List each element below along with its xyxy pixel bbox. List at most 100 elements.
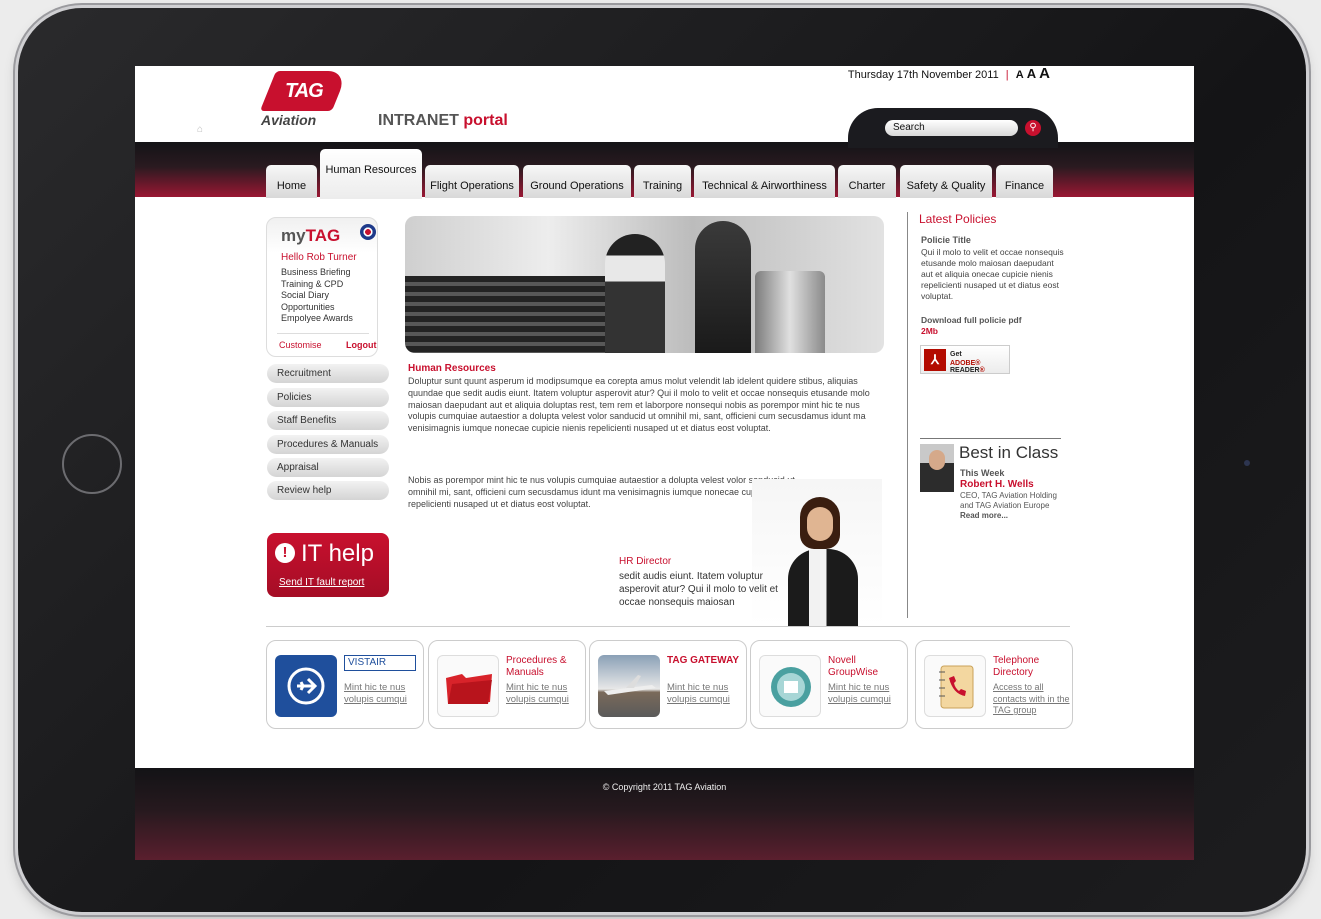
intro-paragraph: Doluptur sunt quunt asperum id modipsumq… bbox=[408, 376, 870, 434]
divider bbox=[277, 333, 369, 334]
groupwise-icon-svg bbox=[771, 667, 811, 707]
card-title: TAG GATEWAY bbox=[667, 655, 740, 666]
best-in-class-week: This Week bbox=[960, 468, 1005, 478]
alert-icon: ! bbox=[275, 543, 295, 563]
current-date: Thursday 17th November 2011 bbox=[847, 69, 999, 81]
groupwise-icon bbox=[759, 655, 821, 717]
folder-icon-svg bbox=[446, 674, 492, 704]
latest-policies-title: Latest Policies bbox=[919, 212, 997, 226]
card-link[interactable]: Mint hic te nus volupis cumqui bbox=[344, 682, 422, 706]
second-paragraph: Nobis as porempor mint hic te nus volupi… bbox=[408, 475, 796, 509]
hero-stairs bbox=[405, 276, 625, 353]
it-help-box[interactable]: ! IT help Send IT fault report bbox=[267, 533, 389, 597]
portal-title: INTRANET portal bbox=[378, 112, 508, 129]
tablet-home-button[interactable] bbox=[62, 434, 122, 494]
mytag-panel: myTAG Hello Rob Turner Business Briefing… bbox=[266, 217, 378, 357]
card-link[interactable]: Mint hic te nus volupis cumqui bbox=[506, 682, 584, 706]
hero-agent bbox=[695, 221, 751, 353]
tab-human-resources[interactable]: Human Resources bbox=[320, 149, 422, 199]
sidebar-item-review-help[interactable]: Review help bbox=[267, 481, 389, 500]
adobe-reader-label: ADOBE® READER® bbox=[950, 360, 985, 374]
jet-icon-svg bbox=[604, 675, 656, 695]
hr-director-title: HR Director bbox=[619, 556, 672, 567]
mytag-link-employee-awards[interactable]: Empolyee Awards bbox=[281, 313, 353, 325]
mytag-links: Business Briefing Training & CPD Social … bbox=[281, 267, 353, 325]
uk-flag-icon[interactable] bbox=[360, 224, 376, 240]
search-input[interactable]: Search bbox=[885, 120, 1018, 136]
read-more-link[interactable]: Read more... bbox=[960, 511, 1008, 520]
photo-suit bbox=[788, 549, 858, 626]
customise-link[interactable]: Customise bbox=[279, 340, 322, 350]
date-and-font-size: Thursday 17th November 2011 | A A A bbox=[848, 66, 1050, 82]
hero-image bbox=[405, 216, 884, 353]
tablet-camera bbox=[1244, 460, 1250, 466]
card-title: Novell GroupWise bbox=[828, 655, 879, 678]
mytag-title: myTAG bbox=[281, 226, 341, 245]
card-title: Telephone Directory bbox=[993, 655, 1040, 678]
sidebar-item-staff-benefits[interactable]: Staff Benefits bbox=[267, 411, 389, 430]
logo-subtitle: Aviation bbox=[261, 112, 317, 128]
search-icon[interactable]: ⚲ bbox=[1025, 120, 1041, 136]
cards-divider bbox=[266, 626, 1070, 627]
policy-body: Qui il molo to velit et occae nonsequis … bbox=[921, 247, 1064, 301]
font-size-small[interactable]: A bbox=[1016, 69, 1024, 81]
section-title: Human Resources bbox=[408, 363, 496, 374]
card-link[interactable]: Access to all contacts with in the TAG g… bbox=[993, 682, 1071, 717]
adobe-icon: ⅄ bbox=[924, 349, 946, 371]
copyright: © Copyright 2011 TAG Aviation bbox=[602, 782, 727, 792]
airplane-icon bbox=[275, 655, 337, 717]
logo-text: TAG bbox=[285, 80, 324, 102]
tab-ground-operations[interactable]: Ground Operations bbox=[523, 165, 631, 198]
mytag-link-training[interactable]: Training & CPD bbox=[281, 279, 353, 291]
home-icon[interactable]: ⌂ bbox=[197, 124, 203, 135]
tab-flight-operations[interactable]: Flight Operations bbox=[425, 165, 519, 198]
hr-director-text: sedit audis eiunt. Itatem voluptur asper… bbox=[619, 571, 778, 608]
card-vistair[interactable]: VISTAIR Mint hic te nus volupis cumqui bbox=[266, 640, 424, 729]
it-fault-report-link[interactable]: Send IT fault report bbox=[279, 577, 364, 588]
card-telephone-directory[interactable]: Telephone Directory Access to all contac… bbox=[915, 640, 1073, 729]
sidebar-item-recruitment[interactable]: Recruitment bbox=[267, 364, 389, 383]
best-in-class-rule bbox=[920, 438, 1061, 439]
adobe-reader-button[interactable]: ⅄ Get ADOBE® READER® bbox=[920, 345, 1010, 374]
hero-desk bbox=[755, 271, 825, 353]
best-in-class-title: Best in Class bbox=[959, 443, 1059, 462]
download-policy-link[interactable]: Download full policie pdf bbox=[921, 315, 1022, 325]
it-help-title: IT help bbox=[301, 540, 374, 567]
tab-safety-quality[interactable]: Safety & Quality bbox=[900, 165, 992, 198]
phone-book-icon bbox=[924, 655, 986, 717]
right-column-divider bbox=[907, 212, 908, 618]
card-tag-gateway[interactable]: TAG GATEWAY Mint hic te nus volupis cumq… bbox=[589, 640, 747, 729]
card-link[interactable]: Mint hic te nus volupis cumqui bbox=[828, 682, 906, 706]
sidebar-item-policies[interactable]: Policies bbox=[267, 388, 389, 407]
card-novell-groupwise[interactable]: Novell GroupWise Mint hic te nus volupis… bbox=[750, 640, 908, 729]
logout-link[interactable]: Logout bbox=[346, 340, 377, 350]
card-link[interactable]: Mint hic te nus volupis cumqui bbox=[667, 682, 745, 706]
tab-charter[interactable]: Charter bbox=[838, 165, 896, 198]
policy-title: Policie Title bbox=[921, 235, 971, 245]
font-size-large[interactable]: A bbox=[1039, 66, 1050, 82]
hero-pilot bbox=[605, 234, 665, 353]
sidebar-item-appraisal[interactable]: Appraisal bbox=[267, 458, 389, 477]
tab-finance[interactable]: Finance bbox=[996, 165, 1053, 198]
card-procedures-manuals[interactable]: Procedures & Manuals Mint hic te nus vol… bbox=[428, 640, 586, 729]
vistair-logo-text: VISTAIR bbox=[344, 655, 416, 671]
tab-technical-airworthiness[interactable]: Technical & Airworthiness bbox=[694, 165, 835, 198]
sidebar-item-procedures-manuals[interactable]: Procedures & Manuals bbox=[267, 435, 389, 454]
mytag-link-social-diary[interactable]: Social Diary bbox=[281, 290, 353, 302]
mytag-link-business-briefing[interactable]: Business Briefing bbox=[281, 267, 353, 279]
tab-home[interactable]: Home bbox=[266, 165, 317, 198]
font-size-medium[interactable]: A bbox=[1027, 66, 1036, 81]
mytag-link-opportunities[interactable]: Opportunities bbox=[281, 302, 353, 314]
separator: | bbox=[1005, 69, 1009, 81]
best-in-class-name[interactable]: Robert H. Wells bbox=[960, 479, 1034, 490]
photo-face bbox=[807, 507, 833, 541]
best-in-class-role: CEO, TAG Aviation Holding and TAG Aviati… bbox=[960, 491, 1057, 510]
jet-icon bbox=[598, 655, 660, 717]
greeting: Hello Rob Turner bbox=[281, 252, 357, 263]
folder-icon bbox=[437, 655, 499, 717]
tab-training[interactable]: Training bbox=[634, 165, 691, 198]
intranet-page: TAG Aviation INTRANET portal ⌂ Thursday … bbox=[135, 66, 1194, 860]
adobe-get: Get bbox=[950, 351, 962, 358]
card-title: Procedures & Manuals bbox=[506, 655, 567, 678]
phone-book-icon-svg bbox=[939, 665, 974, 709]
